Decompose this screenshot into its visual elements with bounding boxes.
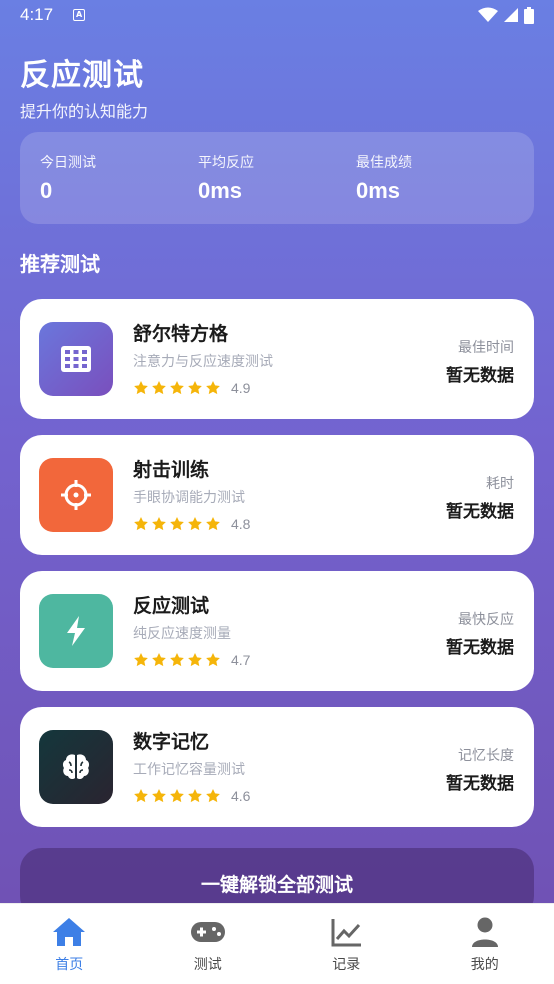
star-icon — [134, 653, 148, 667]
tab-records[interactable]: 记录 — [277, 904, 416, 984]
test-card-schulte[interactable]: 舒尔特方格 注意力与反应速度测试 4.9 最佳时间 暂无数据 — [20, 299, 534, 419]
metric-label: 最佳时间 — [458, 340, 514, 356]
star-icon — [134, 789, 148, 803]
star-icon — [170, 789, 184, 803]
metric-value: 暂无数据 — [446, 502, 514, 522]
star-icon — [188, 517, 202, 531]
page-title: 反应测试 — [20, 58, 144, 93]
test-card-reaction[interactable]: 反应测试 纯反应速度测量 4.7 最快反应 暂无数据 — [20, 571, 534, 691]
star-icon — [206, 517, 220, 531]
tab-label: 测试 — [193, 957, 222, 973]
tab-label: 记录 — [332, 957, 361, 973]
battery-icon — [524, 6, 534, 24]
tab-label: 首页 — [55, 957, 84, 973]
notification-a-icon: A — [73, 9, 86, 21]
test-desc: 注意力与反应速度测试 — [133, 354, 273, 370]
stat-label: 最佳成绩 — [356, 155, 412, 171]
stat-today: 今日测试 0 — [40, 152, 198, 204]
chart-icon — [331, 919, 362, 947]
brain-icon — [62, 754, 90, 780]
rating-stars: 4.8 — [133, 516, 250, 532]
metric-label: 耗时 — [486, 476, 514, 492]
status-bar: 4:17 A — [0, 0, 554, 30]
stat-value: 0ms — [198, 178, 243, 203]
test-name: 舒尔特方格 — [133, 323, 229, 345]
tab-tests[interactable]: 测试 — [139, 904, 278, 984]
rating-stars: 4.9 — [133, 380, 250, 396]
wifi-icon — [478, 7, 498, 22]
metric-value: 暂无数据 — [446, 366, 514, 386]
grid-icon — [61, 346, 91, 372]
star-icon — [170, 517, 184, 531]
stat-value: 0ms — [356, 178, 401, 203]
star-icon — [188, 381, 202, 395]
home-icon — [53, 918, 86, 946]
star-icon — [188, 653, 202, 667]
rating-value: 4.6 — [231, 788, 251, 804]
star-icon — [134, 517, 148, 531]
rating-value: 4.7 — [231, 652, 251, 668]
rating-stars: 4.7 — [133, 652, 250, 668]
test-card-memory[interactable]: 数字记忆 工作记忆容量测试 4.6 记忆长度 暂无数据 — [20, 707, 534, 827]
stat-label: 平均反应 — [198, 155, 254, 171]
bottom-tab-bar: 首页 测试 记录 我的 — [0, 903, 554, 984]
signal-icon — [504, 8, 518, 22]
stat-label: 今日测试 — [40, 155, 96, 171]
status-time: 4:17 — [20, 5, 54, 24]
rating-stars: 4.6 — [133, 788, 250, 804]
person-icon — [471, 917, 498, 947]
gamepad-icon — [190, 922, 225, 942]
rating-value: 4.8 — [231, 516, 251, 532]
lightning-tile — [39, 594, 113, 668]
star-icon — [152, 381, 166, 395]
tab-profile[interactable]: 我的 — [416, 904, 554, 984]
test-desc: 手眼协调能力测试 — [133, 490, 245, 506]
test-card-shooting[interactable]: 射击训练 手眼协调能力测试 4.8 耗时 暂无数据 — [20, 435, 534, 555]
tab-home[interactable]: 首页 — [0, 904, 139, 984]
star-icon — [134, 381, 148, 395]
star-icon — [206, 381, 220, 395]
metric-value: 暂无数据 — [446, 774, 514, 794]
star-icon — [206, 653, 220, 667]
stats-panel: 今日测试 0 平均反应 0ms 最佳成绩 0ms — [20, 132, 534, 224]
status-icons — [478, 6, 534, 24]
test-desc: 工作记忆容量测试 — [133, 762, 245, 778]
lightning-icon — [67, 616, 85, 646]
header: 反应测试 提升你的认知能力 — [20, 50, 148, 122]
tab-label: 我的 — [470, 957, 499, 973]
metric-label: 最快反应 — [458, 612, 514, 628]
stat-best: 最佳成绩 0ms — [356, 152, 514, 204]
test-desc: 纯反应速度测量 — [133, 626, 231, 642]
crosshair-tile — [39, 458, 113, 532]
grid-tile — [39, 322, 113, 396]
star-icon — [206, 789, 220, 803]
stat-average: 平均反应 0ms — [198, 152, 356, 204]
star-icon — [188, 789, 202, 803]
crosshair-icon — [61, 480, 91, 510]
star-icon — [152, 789, 166, 803]
stat-value: 0 — [40, 178, 53, 203]
star-icon — [170, 653, 184, 667]
metric-label: 记忆长度 — [458, 748, 514, 764]
star-icon — [152, 653, 166, 667]
star-icon — [152, 517, 166, 531]
test-name: 数字记忆 — [133, 731, 210, 753]
section-title: 推荐测试 — [20, 252, 100, 276]
star-icon — [170, 381, 184, 395]
test-name: 反应测试 — [133, 595, 210, 617]
rating-value: 4.9 — [231, 380, 251, 396]
page-subtitle: 提升你的认知能力 — [20, 102, 149, 121]
brain-tile — [39, 730, 113, 804]
metric-value: 暂无数据 — [446, 638, 514, 658]
test-name: 射击训练 — [133, 459, 210, 481]
